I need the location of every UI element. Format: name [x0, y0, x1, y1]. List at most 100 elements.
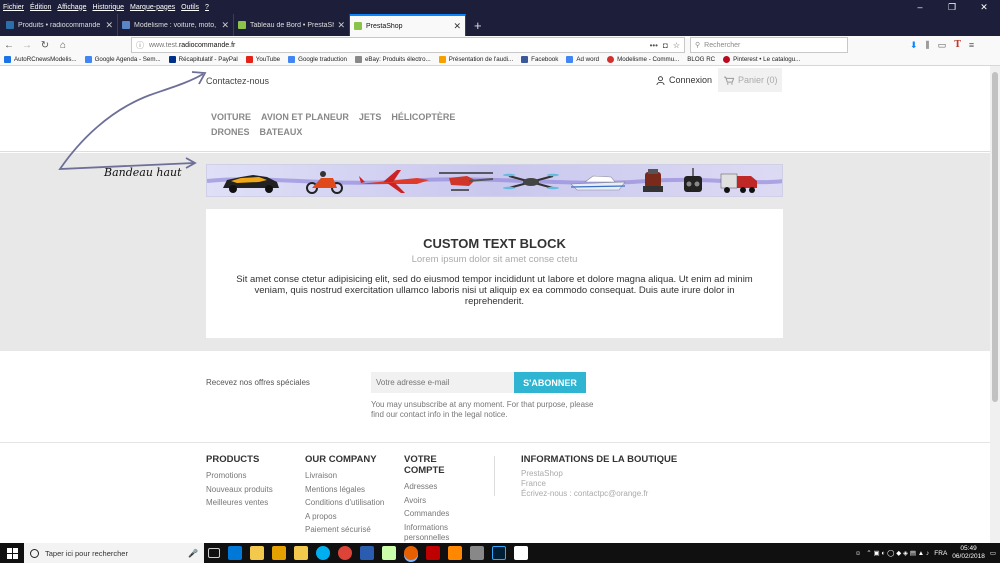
- menu-helicoptere[interactable]: HÉLICOPTÈRE: [391, 110, 455, 125]
- bookmark-autorcnews[interactable]: AutoRCnewsModelis...: [4, 56, 77, 63]
- tab-produits[interactable]: Produits • radiocommande ✕: [2, 14, 118, 36]
- app-icon[interactable]: [360, 546, 374, 560]
- filezilla-icon[interactable]: [426, 546, 440, 560]
- media-player-icon[interactable]: [272, 546, 286, 560]
- bookmark-google-agenda[interactable]: Google Agenda - Sem...: [84, 56, 161, 63]
- bookmark-pinterest[interactable]: Pinterest • Le catalogu...: [723, 56, 800, 63]
- close-tab-icon[interactable]: ✕: [337, 20, 345, 31]
- page-scrollbar[interactable]: [990, 66, 1000, 543]
- download-icon[interactable]: ⬇: [910, 40, 918, 51]
- address-bar[interactable]: ⓘ www.test. radiocommande.fr ••• ◘ ☆: [131, 37, 685, 53]
- site-info-icon[interactable]: ⓘ: [136, 40, 144, 51]
- bookmark-youtube[interactable]: YouTube: [245, 56, 280, 63]
- menu-outils[interactable]: Outils: [178, 4, 202, 11]
- close-tab-icon[interactable]: ✕: [221, 20, 229, 31]
- footer-link-adresses[interactable]: Adresses: [404, 480, 474, 494]
- bookmark-star-icon[interactable]: ☆: [673, 41, 680, 50]
- bookmark-google-traduction[interactable]: Google traduction: [288, 56, 347, 63]
- rc-car-image: [223, 175, 279, 193]
- footer-link-informations[interactable]: Informations personnelles: [404, 523, 474, 543]
- search-bar[interactable]: ⚲ Rechercher: [690, 37, 848, 53]
- edge-icon[interactable]: [228, 546, 242, 560]
- sidebar-icon[interactable]: ▭: [938, 40, 947, 51]
- bookmark-modelisme[interactable]: Modelisme - Commu...: [607, 56, 679, 63]
- menu-avion-et-planeur[interactable]: AVION ET PLANEUR: [261, 110, 349, 125]
- bookmark-blog-rc[interactable]: BLOG RC: [687, 56, 715, 63]
- clock[interactable]: 05:49 06/02/2018: [952, 545, 985, 561]
- skype-icon[interactable]: [316, 546, 330, 560]
- back-icon[interactable]: ←: [0, 36, 18, 54]
- tab-prestashop[interactable]: PrestaShop ✕: [350, 14, 466, 36]
- footer-link-a-propos[interactable]: A propos: [305, 510, 384, 524]
- close-tab-icon[interactable]: ✕: [105, 20, 113, 31]
- bookmark-favicon-icon: [438, 56, 446, 63]
- app-icon[interactable]: [470, 546, 484, 560]
- menu-historique[interactable]: Historique: [89, 4, 127, 11]
- menu-jets[interactable]: JETS: [359, 110, 382, 125]
- menu-voiture[interactable]: VOITURE: [211, 110, 251, 125]
- minimize-icon[interactable]: –: [904, 0, 936, 14]
- close-window-icon[interactable]: ✕: [968, 0, 1000, 14]
- new-tab-button[interactable]: +: [466, 14, 490, 36]
- menu-drones[interactable]: DRONES: [211, 125, 250, 140]
- bookmark-paypal[interactable]: Récapitulatif - PayPal: [168, 56, 238, 63]
- library-icon[interactable]: ⫼: [926, 40, 930, 51]
- bookmark-label: Facebook: [531, 56, 559, 63]
- language-indicator[interactable]: FRA: [934, 550, 947, 557]
- app-icon[interactable]: [382, 546, 396, 560]
- reload-icon[interactable]: ↻: [36, 36, 54, 54]
- notifications-icon[interactable]: ▭: [990, 549, 996, 557]
- custom-text-block: CUSTOM TEXT BLOCK Lorem ipsum dolor sit …: [206, 209, 783, 338]
- scrollbar-thumb[interactable]: [992, 72, 998, 402]
- tab-modelisme[interactable]: Modelisme : voiture, moto, ba ✕: [118, 14, 234, 36]
- home-icon[interactable]: ⌂: [54, 36, 72, 54]
- page-actions-icon[interactable]: •••: [650, 41, 658, 50]
- pocket-icon[interactable]: ◘: [663, 41, 668, 50]
- subscribe-button[interactable]: S'ABONNER: [514, 372, 586, 393]
- people-icon[interactable]: ☺: [855, 550, 862, 557]
- main-menu: VOITURE AVION ET PLANEUR JETS HÉLICOPTÈR…: [211, 110, 511, 140]
- folder-icon[interactable]: [294, 546, 308, 560]
- footer-link-meilleures-ventes[interactable]: Meilleures ventes: [206, 496, 273, 510]
- photoshop-icon[interactable]: [492, 546, 506, 560]
- menu-aide[interactable]: ?: [202, 4, 212, 11]
- firefox-icon[interactable]: [404, 546, 418, 560]
- windows-start-icon[interactable]: [0, 543, 24, 563]
- footer-link-avoirs[interactable]: Avoirs: [404, 494, 474, 508]
- bookmark-ebay[interactable]: eBay: Produits électro...: [354, 56, 431, 63]
- menu-marque-pages[interactable]: Marque-pages: [127, 4, 178, 11]
- footer-link-mentions-legales[interactable]: Mentions légales: [305, 483, 384, 497]
- menu-affichage[interactable]: Affichage: [54, 4, 89, 11]
- contact-link[interactable]: Contactez-nous: [206, 76, 269, 86]
- login-link[interactable]: Connexion: [656, 75, 712, 85]
- menu-edition[interactable]: Édition: [27, 4, 54, 11]
- microphone-icon[interactable]: 🎤: [188, 549, 198, 558]
- close-tab-icon[interactable]: ✕: [453, 21, 461, 32]
- vlc-icon[interactable]: [448, 546, 462, 560]
- taskbar-search[interactable]: Taper ici pour rechercher 🎤: [24, 543, 204, 563]
- cart-button[interactable]: Panier (0): [718, 68, 782, 92]
- mail-icon[interactable]: [514, 546, 528, 560]
- footer-link-paiement[interactable]: Paiement sécurisé: [305, 523, 384, 537]
- forward-icon[interactable]: →: [18, 36, 36, 54]
- bookmark-facebook[interactable]: Facebook: [521, 56, 558, 63]
- chrome-icon[interactable]: [338, 546, 352, 560]
- task-view-icon[interactable]: [208, 548, 220, 558]
- restore-icon[interactable]: ❐: [936, 0, 968, 14]
- menu-fichier[interactable]: Fichier: [0, 4, 27, 11]
- menu-bateaux[interactable]: BATEAUX: [260, 125, 303, 140]
- footer-link-livraison[interactable]: Livraison: [305, 469, 384, 483]
- footer-link-nouveaux-produits[interactable]: Nouveaux produits: [206, 483, 273, 497]
- file-explorer-icon[interactable]: [250, 546, 264, 560]
- footer-link-commandes[interactable]: Commandes: [404, 507, 474, 521]
- hamburger-menu-icon[interactable]: ≡: [969, 40, 974, 50]
- bookmark-presentation[interactable]: Présentation de l'audi...: [438, 56, 513, 63]
- newsletter-email-input[interactable]: [371, 372, 514, 393]
- clock-time: 05:49: [960, 545, 977, 552]
- translate-icon[interactable]: T: [954, 40, 961, 50]
- footer-link-promotions[interactable]: Promotions: [206, 469, 273, 483]
- tab-tableau-de-bord[interactable]: Tableau de Bord • PrestaShop ✕: [234, 14, 350, 36]
- footer-link-conditions[interactable]: Conditions d'utilisation: [305, 496, 384, 510]
- bookmark-adword[interactable]: Ad word: [566, 56, 599, 63]
- tray-icons[interactable]: ⌃ ▣ ◐ ◯ ◆ ◈ ▤ ▲ ♪: [866, 549, 929, 557]
